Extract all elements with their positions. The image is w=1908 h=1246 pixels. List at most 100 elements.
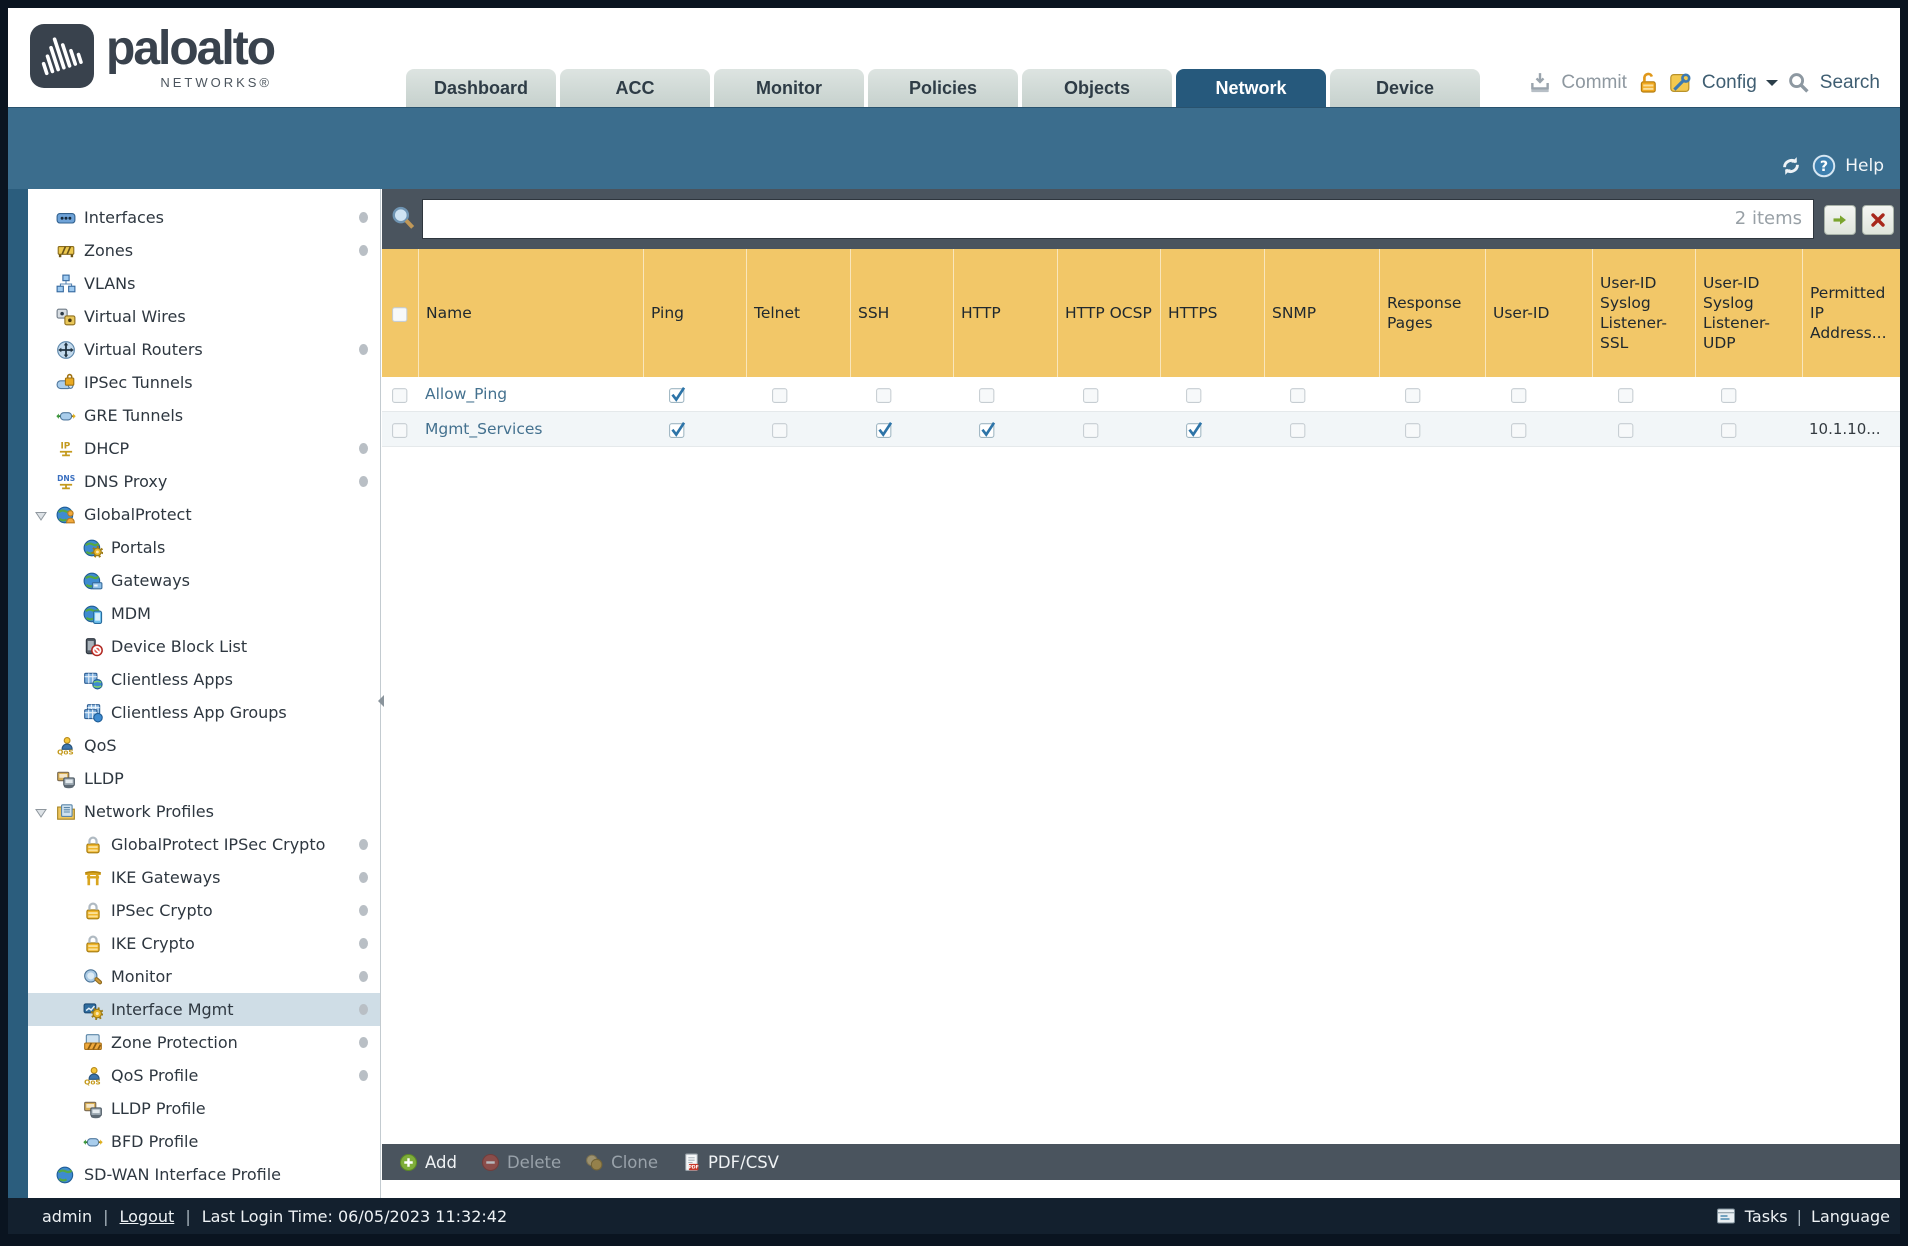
name-cell: Allow_Ping [419,377,644,411]
virtual-wires-icon [56,307,76,327]
sidebar-item-globalprotect-ipsec-crypto[interactable]: GlobalProtect IPSec Crypto [28,828,380,861]
item-dot [359,839,368,850]
https-checkbox[interactable] [1161,412,1265,446]
sidebar-item-interface-mgmt[interactable]: Interface Mgmt [28,993,380,1026]
http-checkbox[interactable] [954,377,1058,411]
user-id-checkbox[interactable] [1486,412,1593,446]
apply-filter-button[interactable] [1824,205,1856,235]
commit-button[interactable]: Commit [1561,72,1626,94]
lock-unlocked-icon[interactable] [1636,71,1660,95]
column-header-https[interactable]: HTTPS [1161,249,1265,377]
tab-policies[interactable]: Policies [868,69,1018,107]
tab-objects[interactable]: Objects [1022,69,1172,107]
config-button[interactable]: Config [1702,72,1757,94]
sidebar-item-clientless-apps[interactable]: Clientless Apps [28,663,380,696]
column-header-permitted-ip-address[interactable]: Permitted IP Address... [1803,249,1900,377]
tab-network[interactable]: Network [1176,69,1326,107]
svg-text:QoS: QoS [84,1077,101,1085]
sidebar-item-network-profiles[interactable]: Network Profiles [28,795,380,828]
column-header-http-ocsp[interactable]: HTTP OCSP [1058,249,1161,377]
response-pages-checkbox[interactable] [1380,412,1486,446]
column-header-http[interactable]: HTTP [954,249,1058,377]
http-ocsp-checkbox[interactable] [1058,377,1161,411]
column-header-telnet[interactable]: Telnet [747,249,851,377]
sidebar-item-clientless-app-groups[interactable]: Clientless App Groups [28,696,380,729]
pdf-csv-button[interactable]: PDF PDF/CSV [675,1153,786,1172]
tab-device[interactable]: Device [1330,69,1480,107]
sidebar-item-qos-profile[interactable]: QoS QoS Profile [28,1059,380,1092]
sidebar-item-monitor[interactable]: Monitor [28,960,380,993]
sidebar-item-qos[interactable]: QoS QoS [28,729,380,762]
row-checkbox[interactable] [382,412,419,446]
sidebar-item-device-block-list[interactable]: Device Block List [28,630,380,663]
column-header-name[interactable]: Name [419,249,644,377]
user-id-syslog-listener-udp-checkbox[interactable] [1696,412,1803,446]
tree-expand-icon[interactable] [34,805,56,819]
user-id-syslog-listener-udp-checkbox[interactable] [1696,377,1803,411]
user-id-syslog-listener-ssl-checkbox[interactable] [1593,412,1696,446]
status-footer: admin | Logout | Last Login Time: 06/05/… [8,1198,1900,1234]
logout-link[interactable]: Logout [120,1207,175,1226]
telnet-checkbox[interactable] [747,412,851,446]
sidebar-item-vlans[interactable]: VLANs [28,267,380,300]
sidebar-item-lldp[interactable]: LLDP [28,762,380,795]
http-ocsp-checkbox[interactable] [1058,412,1161,446]
row-checkbox[interactable] [382,377,419,411]
ping-checkbox[interactable] [644,412,747,446]
refresh-icon[interactable] [1779,154,1803,178]
ping-checkbox[interactable] [644,377,747,411]
column-header-user-id-syslog-listener-ssl[interactable]: User-ID Syslog Listener-SSL [1593,249,1696,377]
tab-acc[interactable]: ACC [560,69,710,107]
language-button[interactable]: Language [1811,1207,1890,1226]
row-name-link[interactable]: Allow_Ping [425,385,507,403]
sidebar-item-zones[interactable]: Zones [28,234,380,267]
tab-monitor[interactable]: Monitor [714,69,864,107]
add-button[interactable]: Add [392,1153,464,1172]
sidebar-item-gateways[interactable]: Gateways [28,564,380,597]
column-header-response-pages[interactable]: Response Pages [1380,249,1486,377]
user-id-checkbox[interactable] [1486,377,1593,411]
sidebar-item-dns-proxy[interactable]: DNS DNS Proxy [28,465,380,498]
telnet-checkbox[interactable] [747,377,851,411]
sidebar-item-zone-protection[interactable]: Zone Protection [28,1026,380,1059]
column-header-ssh[interactable]: SSH [851,249,954,377]
column-header-user-id[interactable]: User-ID [1486,249,1593,377]
sidebar-item-dhcp[interactable]: IP DHCP [28,432,380,465]
help-icon[interactable]: ? [1812,154,1836,178]
sidebar-item-virtual-wires[interactable]: Virtual Wires [28,300,380,333]
row-name-link[interactable]: Mgmt_Services [425,420,543,438]
snmp-checkbox[interactable] [1265,377,1380,411]
https-checkbox[interactable] [1161,377,1265,411]
sidebar-item-gre-tunnels[interactable]: GRE Tunnels [28,399,380,432]
tab-dashboard[interactable]: Dashboard [406,69,556,107]
sidebar-item-portals[interactable]: Portals [28,531,380,564]
sidebar-item-bfd-profile[interactable]: BFD Profile [28,1125,380,1158]
help-label[interactable]: Help [1845,156,1884,176]
tasks-button[interactable]: Tasks [1745,1207,1788,1226]
chevron-down-icon[interactable] [1765,80,1778,92]
sidebar-item-ike-gateways[interactable]: IKE Gateways [28,861,380,894]
snmp-checkbox[interactable] [1265,412,1380,446]
ssh-checkbox[interactable] [851,412,954,446]
user-id-syslog-listener-ssl-checkbox[interactable] [1593,377,1696,411]
sidebar-item-ipsec-crypto[interactable]: IPSec Crypto [28,894,380,927]
column-header-user-id-syslog-listener-udp[interactable]: User-ID Syslog Listener-UDP [1696,249,1803,377]
response-pages-checkbox[interactable] [1380,377,1486,411]
column-header-ping[interactable]: Ping [644,249,747,377]
clear-filter-button[interactable] [1862,205,1894,235]
http-checkbox[interactable] [954,412,1058,446]
sidebar-item-sd-wan-interface-profile[interactable]: SD-WAN Interface Profile [28,1158,380,1191]
column-header-snmp[interactable]: SNMP [1265,249,1380,377]
sidebar-item-ike-crypto[interactable]: IKE Crypto [28,927,380,960]
select-all-checkbox[interactable] [382,249,419,377]
search-button[interactable]: Search [1820,72,1880,94]
sidebar-item-virtual-routers[interactable]: Virtual Routers [28,333,380,366]
sidebar-item-interfaces[interactable]: Interfaces [28,201,380,234]
tree-expand-icon[interactable] [34,508,56,522]
filter-input[interactable] [422,199,1814,239]
sidebar-item-lldp-profile[interactable]: LLDP Profile [28,1092,380,1125]
sidebar-item-globalprotect[interactable]: GlobalProtect [28,498,380,531]
sidebar-item-mdm[interactable]: MDM [28,597,380,630]
ssh-checkbox[interactable] [851,377,954,411]
sidebar-item-ipsec-tunnels[interactable]: IPSec Tunnels [28,366,380,399]
